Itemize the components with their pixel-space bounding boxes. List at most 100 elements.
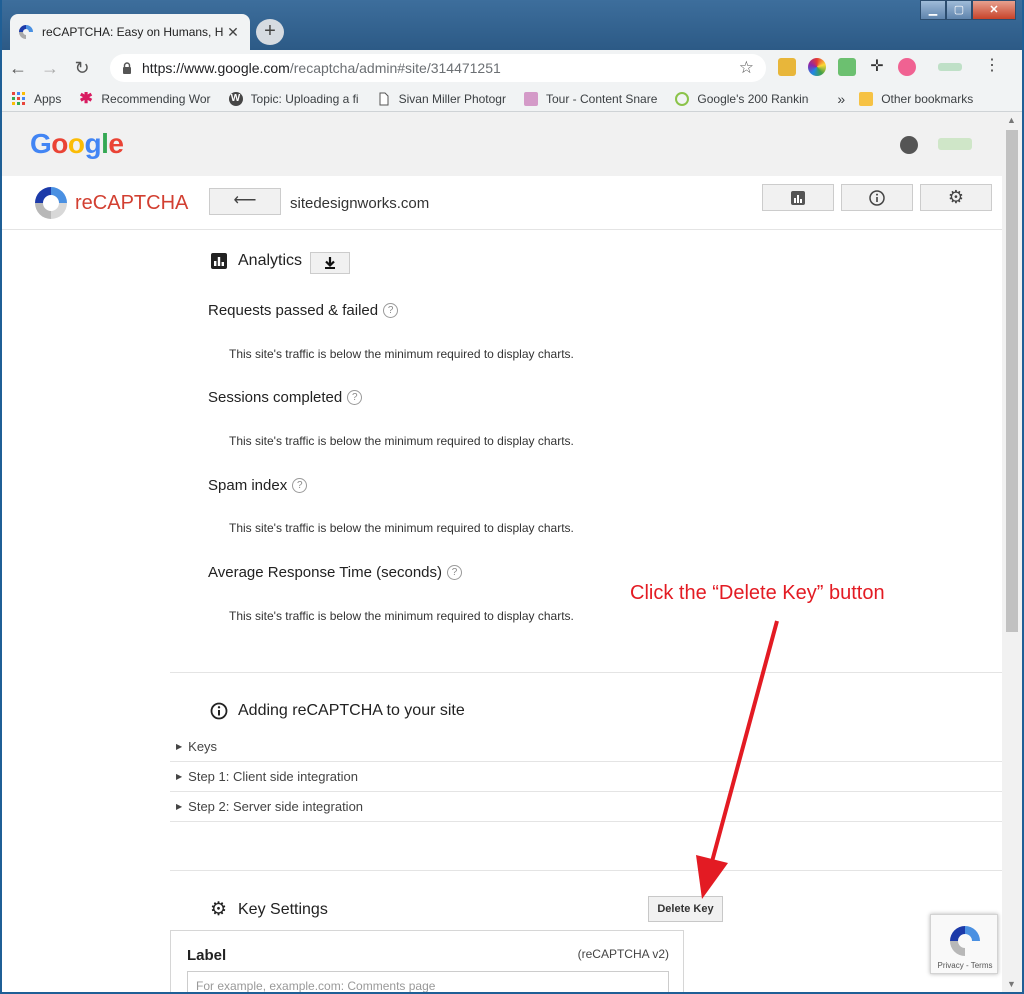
analytics-button[interactable] bbox=[762, 184, 834, 211]
download-button[interactable] bbox=[310, 252, 350, 274]
download-icon bbox=[325, 257, 335, 269]
extension-seo-icon[interactable] bbox=[938, 63, 962, 71]
recaptcha-version: (reCAPTCHA v2) bbox=[577, 947, 669, 961]
key-settings-title: Key Settings bbox=[238, 901, 328, 918]
privacy-terms-links[interactable]: Privacy - Terms bbox=[931, 961, 999, 970]
new-tab-button[interactable]: + bbox=[256, 19, 284, 45]
analytics-heading: Analytics bbox=[210, 252, 302, 270]
analytics-title: Analytics bbox=[238, 252, 303, 269]
help-icon[interactable]: ? bbox=[447, 565, 463, 580]
scrollbar-thumb[interactable] bbox=[1006, 130, 1018, 632]
bookmark-recommending[interactable]: ✱ Recommending Wor bbox=[79, 92, 210, 106]
bar-chart-icon bbox=[791, 190, 805, 205]
info-icon bbox=[869, 189, 885, 206]
metric-title-text: Average Response Time (seconds) bbox=[208, 564, 443, 581]
recaptcha-header: reCAPTCHA ⟵ sitedesignworks.com ⚙ bbox=[2, 176, 1002, 230]
accordion-label: Keys bbox=[188, 739, 218, 754]
forward-arrow-icon[interactable]: → bbox=[34, 58, 66, 79]
metric-requests-note: This site's traffic is below the minimum… bbox=[229, 347, 574, 361]
back-button[interactable]: ⟵ bbox=[209, 188, 281, 215]
bookmark-star-icon[interactable]: ☆ bbox=[739, 58, 754, 78]
metric-title-text: Requests passed & failed bbox=[208, 302, 379, 319]
recaptcha-badge[interactable]: Privacy - Terms bbox=[930, 914, 998, 974]
extension-colorwheel-icon[interactable] bbox=[808, 58, 826, 76]
label-heading: Label bbox=[187, 947, 227, 964]
metric-title-text: Sessions completed bbox=[208, 389, 343, 406]
scroll-down-icon[interactable]: ▼ bbox=[1007, 979, 1016, 989]
help-icon[interactable]: ? bbox=[292, 478, 308, 493]
recaptcha-title: reCAPTCHA bbox=[75, 192, 189, 214]
google-logo-letter: G bbox=[30, 128, 52, 159]
adding-title: Adding reCAPTCHA to your site bbox=[238, 702, 465, 719]
scroll-up-icon[interactable]: ▲ bbox=[1007, 115, 1016, 125]
caret-right-icon: ▶ bbox=[176, 772, 183, 781]
info-button[interactable] bbox=[841, 184, 913, 211]
url-path: /recaptcha/admin#site/314471251 bbox=[289, 60, 501, 76]
extension-ruler-icon[interactable] bbox=[778, 58, 796, 76]
metric-response-note: This site's traffic is below the minimum… bbox=[229, 609, 574, 623]
google-logo-letter: e bbox=[108, 128, 124, 159]
metric-title-text: Spam index bbox=[208, 477, 288, 494]
apps-grid-icon bbox=[12, 91, 25, 105]
metric-sessions-note: This site's traffic is below the minimum… bbox=[229, 434, 574, 448]
bookmark-tour[interactable]: Tour - Content Snare bbox=[523, 91, 657, 106]
annotation-text: Click the “Delete Key” button bbox=[630, 582, 885, 604]
label-card: Label (reCAPTCHA v2) For example, exampl… bbox=[170, 930, 684, 992]
bookmark-topic[interactable]: W Topic: Uploading a fi bbox=[228, 91, 359, 106]
bookmark-label: Google's 200 Rankinc bbox=[697, 91, 810, 106]
minimize-button[interactable]: ▁ bbox=[920, 0, 946, 20]
browser-window: reCAPTCHA: Easy on Humans, Ha ✕ + ▁ ▢ ✕ … bbox=[2, 0, 1022, 992]
metric-sessions-title: Sessions completed? bbox=[208, 389, 363, 406]
folder-icon bbox=[859, 91, 874, 106]
notifications-bell-icon[interactable] bbox=[900, 136, 918, 154]
metric-spam-title: Spam index? bbox=[208, 477, 308, 494]
snare-icon bbox=[523, 91, 538, 106]
bookmark-label: Sivan Miller Photogr bbox=[398, 91, 506, 106]
other-bookmarks[interactable]: Other bookmarks bbox=[859, 91, 973, 106]
reload-icon[interactable]: ↻ bbox=[66, 58, 98, 79]
bookmark-label: Recommending Wor bbox=[101, 91, 211, 106]
section-divider bbox=[170, 870, 1002, 871]
extension-download-icon[interactable] bbox=[838, 58, 856, 76]
settings-button[interactable]: ⚙ bbox=[920, 184, 992, 211]
bookmark-google-200[interactable]: Google's 200 Rankinc bbox=[675, 91, 810, 106]
close-window-button[interactable]: ✕ bbox=[972, 0, 1016, 20]
address-bar[interactable]: https://www.google.com/recaptcha/admin#s… bbox=[110, 54, 766, 82]
extension-icons: ✛ ⋮ bbox=[778, 58, 1002, 76]
help-icon[interactable]: ? bbox=[347, 390, 363, 405]
page-scrollbar[interactable]: ▲ ▼ bbox=[1002, 112, 1022, 992]
accordion-label: Step 1: Client side integration bbox=[188, 769, 358, 784]
accordion-keys[interactable]: ▶ Keys bbox=[170, 732, 1002, 762]
wordpress-icon: W bbox=[228, 91, 243, 106]
bookmark-label: Topic: Uploading a fi bbox=[250, 91, 359, 106]
google-logo[interactable]: Google bbox=[30, 128, 124, 160]
info-icon bbox=[210, 702, 228, 720]
metric-response-title: Average Response Time (seconds)? bbox=[208, 564, 463, 581]
lock-icon bbox=[123, 62, 131, 74]
back-arrow-icon[interactable]: ← bbox=[2, 58, 34, 79]
maximize-button[interactable]: ▢ bbox=[946, 0, 972, 20]
accordion-step1[interactable]: ▶ Step 1: Client side integration bbox=[170, 762, 1002, 792]
help-icon[interactable]: ? bbox=[383, 303, 399, 318]
bookmark-label: Apps bbox=[34, 91, 62, 106]
browser-menu-icon[interactable]: ⋮ bbox=[984, 58, 1002, 76]
more-bookmarks-chevron-icon[interactable]: » bbox=[837, 91, 845, 107]
back-arrow-icon: ⟵ bbox=[233, 192, 257, 209]
accordion-label: Step 2: Server side integration bbox=[188, 799, 364, 814]
label-input[interactable]: For example, example.com: Comments page bbox=[187, 971, 669, 992]
bookmarks-bar: Apps ✱ Recommending Wor W Topic: Uploadi… bbox=[2, 86, 1022, 112]
page-viewport: Google reCAPTCHA ⟵ sitedesignworks.com ⚙… bbox=[2, 112, 1002, 992]
bookmark-apps[interactable]: Apps bbox=[12, 91, 62, 106]
browser-tab[interactable]: reCAPTCHA: Easy on Humans, Ha ✕ bbox=[10, 14, 250, 50]
accordion-step2[interactable]: ▶ Step 2: Server side integration bbox=[170, 792, 1002, 822]
url-text: https://www.google.com/recaptcha/admin#s… bbox=[142, 60, 739, 76]
recaptcha-logo-icon bbox=[35, 187, 67, 219]
account-avatar[interactable] bbox=[938, 138, 972, 150]
extension-heart-icon[interactable] bbox=[898, 58, 916, 76]
extension-move-icon[interactable]: ✛ bbox=[868, 58, 886, 76]
bookmark-sivan[interactable]: Sivan Miller Photogr bbox=[377, 92, 506, 106]
tab-close-icon[interactable]: ✕ bbox=[224, 24, 242, 41]
ring-icon bbox=[675, 91, 690, 106]
tab-title: reCAPTCHA: Easy on Humans, Ha bbox=[42, 25, 224, 39]
key-settings-heading: ⚙ Key Settings bbox=[210, 900, 328, 919]
